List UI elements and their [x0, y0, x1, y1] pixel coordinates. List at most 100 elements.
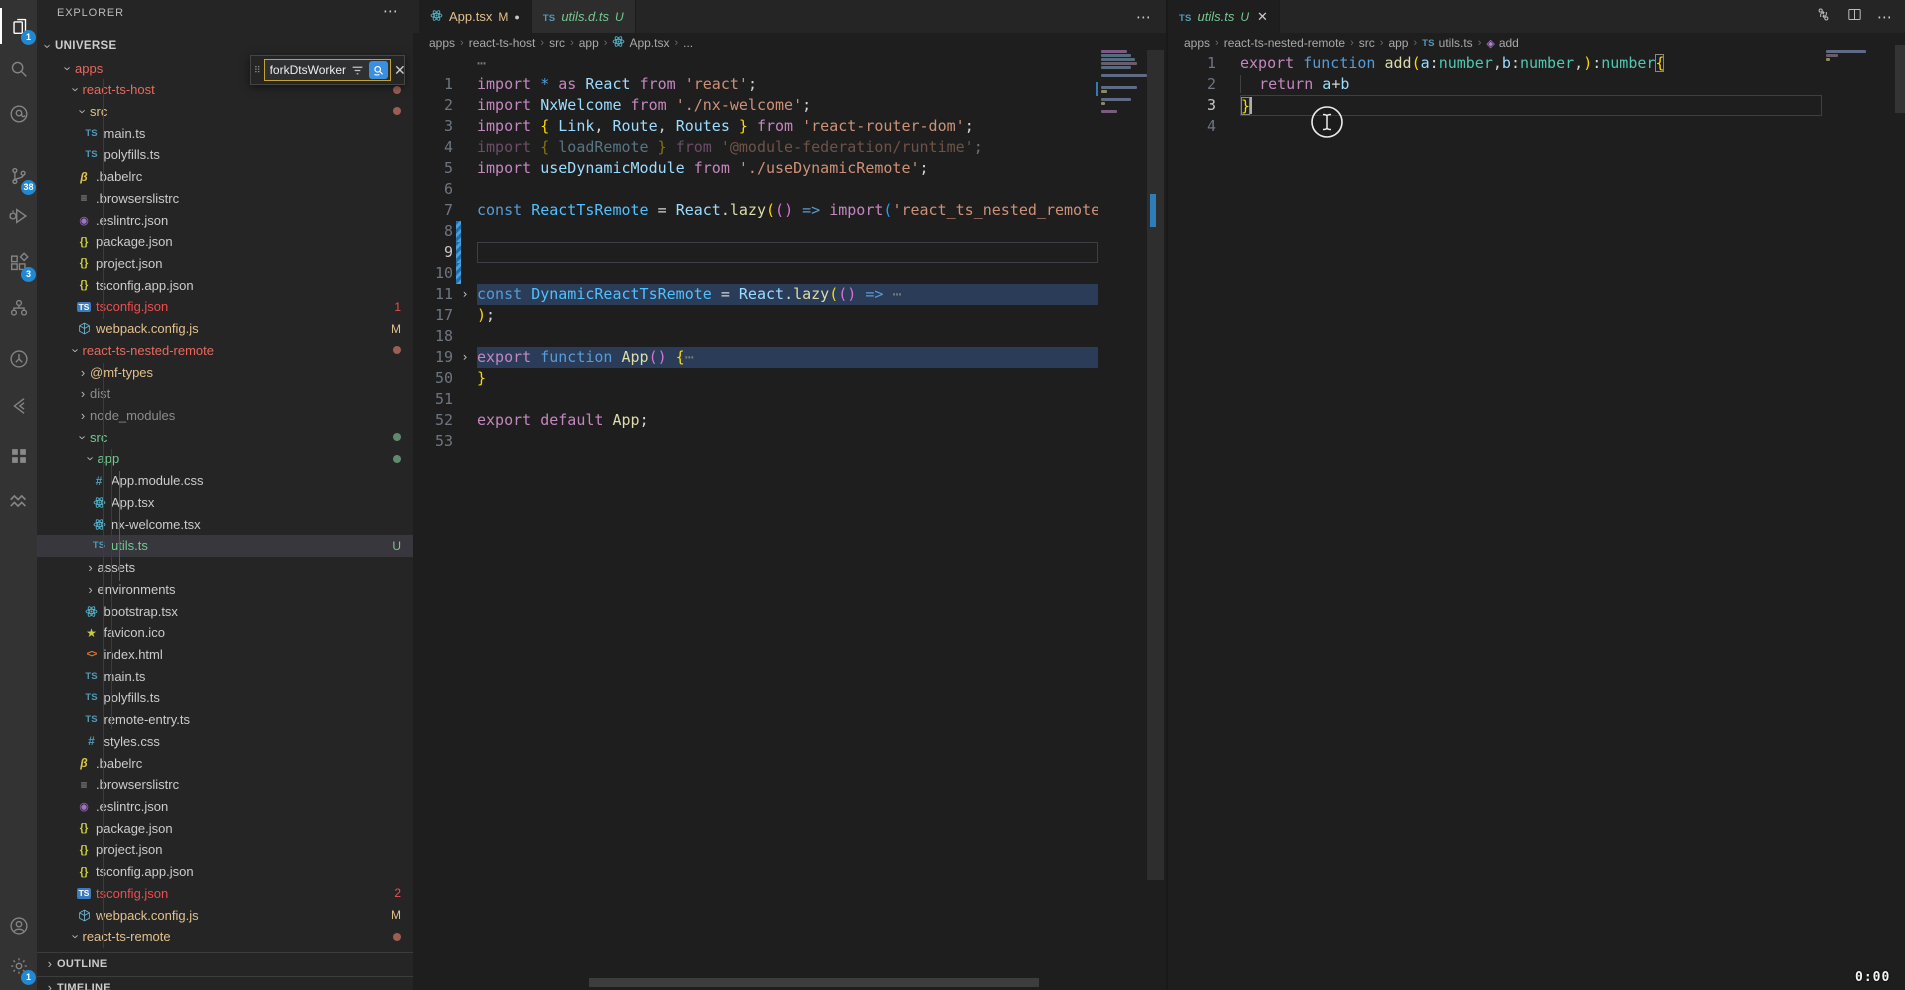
tree-find-input[interactable]: forkDtsWorker: [264, 59, 391, 81]
tree-item-file[interactable]: TSmain.ts: [37, 665, 413, 687]
tree-item-file[interactable]: {}package.json: [37, 817, 413, 839]
more-actions-icon[interactable]: ⋯: [1136, 8, 1152, 26]
search-icon[interactable]: [0, 51, 37, 87]
source-control-icon[interactable]: 38: [0, 158, 37, 194]
sync-changes-icon[interactable]: [1815, 6, 1832, 28]
tree-item-file[interactable]: TSutils.tsU: [37, 535, 413, 557]
breadcrumb-item[interactable]: ◈add: [1486, 36, 1519, 50]
testing-icon[interactable]: [0, 290, 37, 326]
tab-utils-d-ts[interactable]: TSutils.d.tsU: [532, 0, 636, 33]
code-text: [477, 326, 1098, 347]
horizontal-scrollbar[interactable]: [589, 978, 1039, 987]
tree-item-file[interactable]: #styles.css: [37, 730, 413, 752]
tree-item-file[interactable]: #App.module.css: [37, 470, 413, 492]
tree-item-file[interactable]: β.babelrc: [37, 166, 413, 188]
tree-item-folder[interactable]: ›@mf-types: [37, 361, 413, 383]
breadcrumb-item[interactable]: apps: [1184, 36, 1210, 50]
fuzzy-match-toggle[interactable]: [369, 61, 388, 79]
tree-item-file[interactable]: β.babelrc: [37, 752, 413, 774]
tree-item-file[interactable]: ★favicon.ico: [37, 622, 413, 644]
dirty-indicator-icon[interactable]: ●: [514, 12, 519, 22]
tree-item-file[interactable]: {}tsconfig.app.json: [37, 274, 413, 296]
minimap[interactable]: [1824, 48, 1870, 78]
tree-item-file[interactable]: TSremote-entry.ts: [37, 709, 413, 731]
drag-grip-icon[interactable]: ⠿: [254, 67, 261, 74]
vertical-scrollbar[interactable]: [1147, 50, 1164, 880]
activity-badge: 1: [21, 970, 36, 985]
tree-item-folder[interactable]: ›app: [37, 448, 413, 470]
code-editor-app-tsx[interactable]: ⋯1import * as React from 'react';2import…: [413, 53, 1098, 452]
tree-item-folder[interactable]: ›react-ts-nested-remote: [37, 339, 413, 361]
extensions-icon[interactable]: 3: [0, 245, 37, 281]
fold-icon[interactable]: ›: [453, 347, 477, 368]
tree-item-file[interactable]: App.tsx: [37, 491, 413, 513]
tree-item-folder[interactable]: ›node_modules: [37, 405, 413, 427]
tree-item-file[interactable]: TSmain.ts: [37, 122, 413, 144]
gutter: [453, 326, 477, 347]
tree-item-file[interactable]: ◉.eslintrc.json: [37, 209, 413, 231]
close-icon[interactable]: ✕: [1257, 9, 1268, 25]
tree-item-folder[interactable]: ›react-ts-remote: [37, 926, 413, 948]
fold-icon[interactable]: ›: [453, 284, 477, 305]
tab-utils-ts[interactable]: TSutils.tsU✕: [1168, 0, 1280, 33]
breadcrumb-item[interactable]: src: [1359, 36, 1375, 50]
outline-section-header[interactable]: › OUTLINE: [37, 952, 413, 974]
tab-App-tsx[interactable]: App.tsxM●: [419, 0, 532, 33]
breadcrumb-item[interactable]: app: [1388, 36, 1408, 50]
tree-item-folder[interactable]: ›environments: [37, 578, 413, 600]
files-icon[interactable]: 1: [0, 8, 37, 44]
tree-item-file[interactable]: webpack.config.jsM: [37, 318, 413, 340]
breadcrumb-item[interactable]: apps: [429, 36, 455, 50]
account-icon[interactable]: [0, 908, 37, 944]
tree-item-folder[interactable]: ›dist: [37, 383, 413, 405]
tree-item-file[interactable]: <>index.html: [37, 643, 413, 665]
tree-item-file[interactable]: TSpolyfills.ts: [37, 687, 413, 709]
more-actions-icon[interactable]: ⋯: [1877, 8, 1893, 26]
tree-item-file[interactable]: TStsconfig.json1: [37, 296, 413, 318]
minimap-line: [1101, 86, 1137, 89]
workspace-section-header[interactable]: › UNIVERSE: [41, 35, 117, 57]
gutter: [453, 95, 477, 116]
tree-item-file[interactable]: {}project.json: [37, 252, 413, 274]
indent-guide: [111, 449, 112, 729]
tree-item-folder[interactable]: ›src: [37, 100, 413, 122]
tree-item-file[interactable]: webpack.config.jsM: [37, 904, 413, 926]
share-icon[interactable]: [0, 341, 37, 377]
minimap[interactable]: [1099, 46, 1147, 136]
tree-item-folder[interactable]: ›assets: [37, 557, 413, 579]
breadcrumb-item[interactable]: App.tsx: [612, 35, 669, 51]
breadcrumb-item[interactable]: ...: [683, 36, 693, 50]
settings-icon[interactable]: 1: [0, 948, 37, 984]
vertical-scrollbar[interactable]: [1895, 45, 1905, 113]
tree-item-file[interactable]: ≡.browserslistrc: [37, 774, 413, 796]
tree-find-value[interactable]: forkDtsWorker: [270, 63, 346, 77]
tree-item-file[interactable]: ◉.eslintrc.json: [37, 795, 413, 817]
timeline-section-header[interactable]: › TIMELINE: [37, 976, 413, 990]
breadcrumb-item[interactable]: app: [579, 36, 599, 50]
remote-icon[interactable]: [0, 96, 37, 132]
code-editor-utils-ts[interactable]: 1export function add(a:number,b:number,)…: [1168, 53, 1822, 137]
tree-item-file[interactable]: TStsconfig.json2: [37, 882, 413, 904]
tree-item-file[interactable]: {}package.json: [37, 231, 413, 253]
tree-item-file[interactable]: bootstrap.tsx: [37, 600, 413, 622]
grid-icon[interactable]: [0, 438, 37, 474]
breadcrumb-item[interactable]: react-ts-host: [469, 36, 536, 50]
debug-icon[interactable]: [0, 198, 37, 234]
tree-item-file[interactable]: ≡.browserslistrc: [37, 187, 413, 209]
tree-item-file[interactable]: {}tsconfig.app.json: [37, 861, 413, 883]
breadcrumb-item[interactable]: src: [549, 36, 565, 50]
tree-item-file[interactable]: {}project.json: [37, 839, 413, 861]
ts-file-icon: TS: [84, 128, 100, 139]
explorer-more-actions-icon[interactable]: ⋯: [383, 2, 399, 20]
tree-item-file[interactable]: nx-welcome.tsx: [37, 513, 413, 535]
filter-icon[interactable]: [348, 61, 367, 79]
tree-item-folder[interactable]: ›src: [37, 426, 413, 448]
breadcrumb-item[interactable]: TSutils.ts: [1422, 36, 1473, 50]
k-logo-icon[interactable]: [0, 388, 37, 424]
close-icon[interactable]: ✕: [394, 62, 406, 79]
star-file-icon: ★: [84, 626, 100, 640]
waves-icon[interactable]: [0, 483, 37, 519]
tree-item-file[interactable]: TSpolyfills.ts: [37, 144, 413, 166]
breadcrumb-item[interactable]: react-ts-nested-remote: [1224, 36, 1345, 50]
split-editor-icon[interactable]: [1846, 6, 1863, 28]
